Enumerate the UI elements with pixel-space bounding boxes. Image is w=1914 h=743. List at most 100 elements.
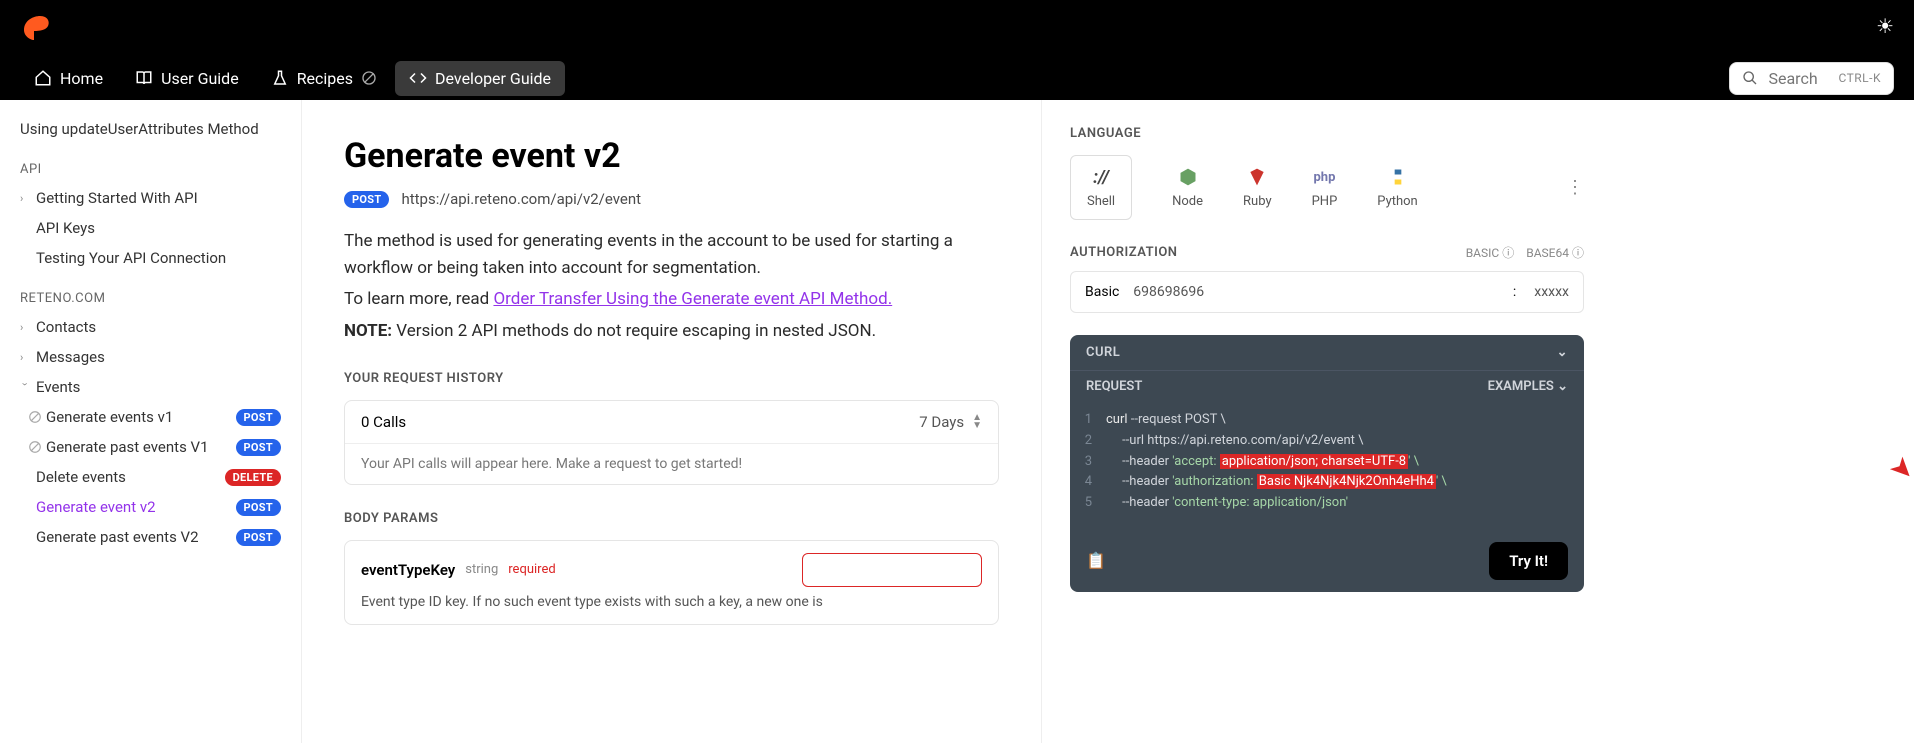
search-kbd: CTRL-K	[1838, 71, 1881, 85]
lang-php[interactable]: php PHP	[1312, 166, 1338, 209]
nav-search[interactable]: CTRL-K	[1729, 62, 1894, 95]
param-box: eventTypeKey string required Event type …	[344, 540, 999, 626]
endpoint-row: POST https://api.reteno.com/api/v2/event	[344, 190, 999, 208]
logo	[20, 12, 52, 44]
language-row: :// Shell Node Ruby php PHP Python ⋮	[1070, 155, 1584, 220]
info-icon: ⓘ	[1502, 244, 1514, 261]
auth-heading: AUTHORIZATION	[1070, 245, 1178, 260]
sidebar: Using updateUserAttributes Method API ›G…	[0, 100, 302, 743]
home-icon	[34, 69, 52, 87]
learn-more-link[interactable]: Order Transfer Using the Generate event …	[493, 289, 892, 309]
history-days-selector[interactable]: 7 Days ▲▼	[919, 413, 982, 431]
sidebar-item-api-keys[interactable]: API Keys	[0, 213, 301, 243]
auth-tags: BASIC ⓘ BASE64 ⓘ	[1466, 244, 1584, 261]
param-type: string	[465, 562, 498, 577]
auth-username-input[interactable]: 698698696	[1133, 284, 1204, 300]
python-icon	[1388, 166, 1408, 188]
language-heading: LANGUAGE	[1070, 126, 1584, 141]
history-box: 0 Calls 7 Days ▲▼ Your API calls will ap…	[344, 400, 999, 485]
nav-dev-guide-label: Developer Guide	[435, 69, 551, 88]
more-languages-icon[interactable]: ⋮	[1566, 177, 1584, 198]
chevron-down-icon[interactable]: ⌄	[1557, 345, 1568, 360]
nav-user-guide-label: User Guide	[161, 69, 239, 88]
param-required: required	[508, 562, 555, 577]
badge-post: POST	[236, 499, 281, 516]
nav-bar: Home User Guide Recipes Developer Guide …	[0, 56, 1914, 100]
updown-icon: ▲▼	[972, 414, 982, 430]
sidebar-item-testing[interactable]: Testing Your API Connection	[0, 243, 301, 273]
lang-shell[interactable]: :// Shell	[1070, 155, 1132, 220]
sidebar-item-gen-past-v2[interactable]: Generate past events V2 POST	[0, 522, 301, 552]
lang-ruby[interactable]: Ruby	[1243, 166, 1272, 209]
shell-icon: ://	[1093, 166, 1109, 188]
param-desc: Event type ID key. If no such event type…	[361, 593, 982, 613]
lang-python[interactable]: Python	[1377, 166, 1417, 209]
try-it-button[interactable]: Try It!	[1489, 542, 1568, 580]
node-icon	[1178, 166, 1198, 188]
chevron-right-icon: ›	[20, 321, 30, 334]
right-panel: LANGUAGE :// Shell Node Ruby php PHP Pyt…	[1042, 100, 1612, 743]
auth-tag-basic[interactable]: BASIC ⓘ	[1466, 244, 1515, 261]
badge-post: POST	[236, 409, 281, 426]
description-2: To learn more, read Order Transfer Using…	[344, 286, 999, 313]
copy-icon[interactable]: 📋	[1086, 551, 1106, 570]
sidebar-item-getting-started[interactable]: ›Getting Started With API	[0, 183, 301, 213]
book-icon	[135, 69, 153, 87]
auth-type: Basic	[1085, 284, 1119, 300]
info-icon: ⓘ	[1572, 244, 1584, 261]
main-content: Generate event v2 POST https://api.reten…	[302, 100, 1042, 743]
auth-tag-base64[interactable]: BASE64 ⓘ	[1526, 244, 1584, 261]
sidebar-item-events[interactable]: ›Events	[0, 372, 301, 402]
chevron-right-icon: ›	[20, 351, 30, 364]
sun-icon: ☀	[1876, 14, 1894, 38]
description-1: The method is used for generating events…	[344, 228, 999, 282]
nav-developer-guide[interactable]: Developer Guide	[395, 61, 565, 96]
search-icon	[1742, 70, 1758, 86]
deprecated-icon	[28, 410, 42, 424]
php-icon: php	[1313, 166, 1335, 188]
nav-home[interactable]: Home	[20, 61, 117, 96]
ruby-icon	[1247, 166, 1267, 188]
history-msg: Your API calls will appear here. Make a …	[345, 444, 998, 484]
history-calls: 0 Calls	[361, 413, 406, 431]
top-bar: ☀	[0, 0, 1914, 56]
code-curl-label: CURL	[1086, 345, 1120, 360]
code-icon	[409, 69, 427, 87]
method-badge: POST	[344, 191, 389, 208]
auth-box: Basic 698698696 : xxxxx	[1070, 271, 1584, 313]
note-line: NOTE: Version 2 API methods do not requi…	[344, 318, 999, 345]
sidebar-item-gen-past-v1[interactable]: Generate past events V1 POST	[0, 432, 301, 462]
lang-node[interactable]: Node	[1172, 166, 1203, 209]
nav-home-label: Home	[60, 69, 103, 88]
badge-post: POST	[236, 529, 281, 546]
chevron-right-icon: ›	[20, 192, 30, 205]
sidebar-item-delete-events[interactable]: Delete events DELETE	[0, 462, 301, 492]
sidebar-heading-reteno: RETENO.COM	[0, 273, 301, 312]
sidebar-item-messages[interactable]: ›Messages	[0, 342, 301, 372]
sidebar-item-gen-v2[interactable]: Generate event v2 POST	[0, 492, 301, 522]
chevron-down-icon: ›	[19, 382, 32, 392]
auth-password-input[interactable]: xxxxx	[1534, 284, 1569, 300]
sidebar-item-gen-v1[interactable]: Generate events v1 POST	[0, 402, 301, 432]
nav-recipes[interactable]: Recipes	[257, 61, 391, 96]
sidebar-item-update-attrs[interactable]: Using updateUserAttributes Method	[0, 114, 301, 144]
history-heading: YOUR REQUEST HISTORY	[344, 371, 999, 386]
param-input[interactable]	[802, 553, 982, 587]
body-params-heading: BODY PARAMS	[344, 511, 999, 526]
badge-delete: DELETE	[225, 469, 281, 486]
sidebar-item-contacts[interactable]: ›Contacts	[0, 312, 301, 342]
endpoint-url: https://api.reteno.com/api/v2/event	[401, 190, 641, 208]
sidebar-heading-api: API	[0, 144, 301, 183]
page-title: Generate event v2	[344, 136, 999, 176]
nav-recipes-label: Recipes	[297, 69, 353, 88]
flask-icon	[271, 69, 289, 87]
badge-post: POST	[236, 439, 281, 456]
code-examples-toggle[interactable]: EXAMPLES ⌄	[1488, 379, 1568, 394]
code-request-label: REQUEST	[1086, 379, 1142, 394]
search-input[interactable]	[1768, 69, 1828, 88]
deprecated-icon	[28, 440, 42, 454]
hidden-icon	[361, 70, 377, 86]
code-panel: CURL ⌄ REQUEST EXAMPLES ⌄ 1curl --reques…	[1070, 335, 1584, 592]
nav-user-guide[interactable]: User Guide	[121, 61, 253, 96]
theme-toggle[interactable]: ☀	[1876, 14, 1894, 38]
